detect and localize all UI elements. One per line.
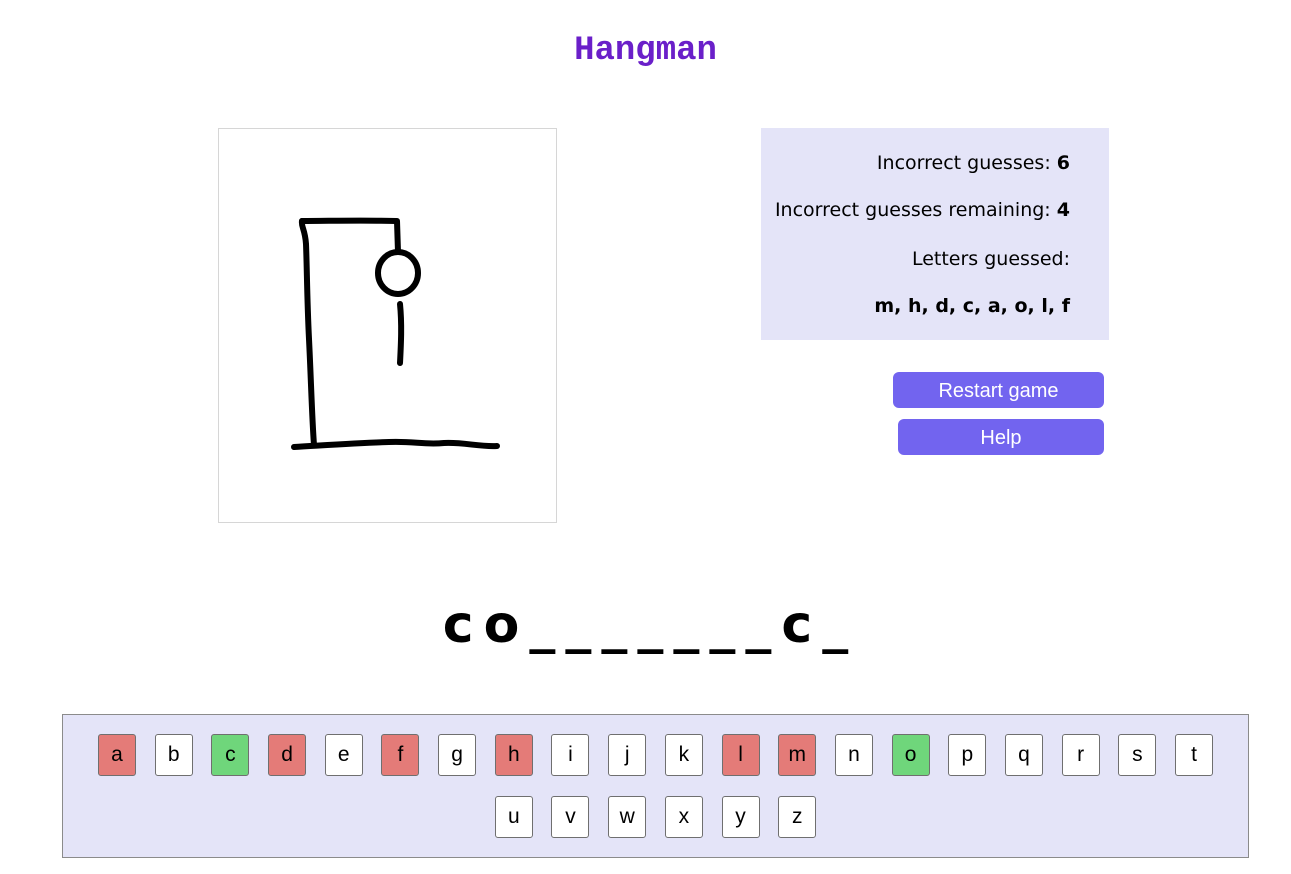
page-title: Hangman: [574, 32, 717, 70]
word-display: c o _ _ _ _ _ _ _ c _: [0, 590, 1291, 660]
letter-key-o[interactable]: o: [891, 734, 930, 776]
letter-key-e[interactable]: e: [324, 734, 363, 776]
word-blank: _: [601, 595, 628, 655]
letter-key-k[interactable]: k: [664, 734, 703, 776]
letter-key-h[interactable]: h: [494, 734, 533, 776]
letter-key-z[interactable]: z: [778, 796, 817, 838]
letter-key-d[interactable]: d: [268, 734, 307, 776]
letter-key-r[interactable]: r: [1061, 734, 1100, 776]
letter-key-t[interactable]: t: [1175, 734, 1214, 776]
letters-guessed-label: Letters guessed:: [911, 248, 1070, 270]
restart-game-button[interactable]: Restart game: [893, 372, 1104, 408]
letter-key-a[interactable]: a: [97, 734, 136, 776]
incorrect-guesses-label: Incorrect guesses:: [876, 152, 1051, 174]
word-letter: o: [483, 595, 520, 655]
letter-key-v[interactable]: v: [551, 796, 590, 838]
remaining-guesses-value: 4: [1056, 199, 1070, 221]
letters-guessed-list: m, h, d, c, a, o, l, f: [874, 295, 1070, 317]
incorrect-guesses-value: 6: [1056, 152, 1070, 174]
help-button[interactable]: Help: [898, 419, 1104, 455]
letter-key-i[interactable]: i: [551, 734, 590, 776]
keyboard-row-1: abcdefghijklmnopqrst: [63, 734, 1248, 776]
gallows-figure: [291, 217, 500, 450]
letter-key-w[interactable]: w: [608, 796, 647, 838]
letter-key-b[interactable]: b: [154, 734, 193, 776]
figure-body: [397, 301, 405, 366]
word-blank: _: [822, 595, 849, 655]
word-blank: _: [673, 595, 700, 655]
letter-key-m[interactable]: m: [778, 734, 817, 776]
keyboard-row-2: uvwxyz: [63, 796, 1248, 838]
letter-key-c[interactable]: c: [211, 734, 250, 776]
incorrect-guesses: Incorrect guesses: 6: [877, 152, 1070, 174]
word-letter: c: [442, 595, 474, 655]
letter-key-u[interactable]: u: [494, 796, 533, 838]
letter-key-n[interactable]: n: [834, 734, 873, 776]
letter-key-y[interactable]: y: [721, 796, 760, 838]
word-blank: _: [637, 595, 664, 655]
letter-key-s[interactable]: s: [1118, 734, 1157, 776]
letter-key-p[interactable]: p: [948, 734, 987, 776]
word-blank: _: [745, 595, 772, 655]
hangman-drawing: [218, 128, 557, 523]
figure-head: [375, 249, 421, 297]
word-blank: _: [565, 595, 592, 655]
letter-key-g[interactable]: g: [438, 734, 477, 776]
letter-key-f[interactable]: f: [381, 734, 420, 776]
word-letter: c: [781, 595, 813, 655]
letter-key-l[interactable]: l: [721, 734, 760, 776]
gallows-rope: [394, 218, 401, 255]
gallows-base: [291, 438, 500, 450]
letter-keyboard: abcdefghijklmnopqrst uvwxyz: [62, 714, 1249, 858]
word-blank: _: [529, 595, 556, 655]
gallows-pole: [298, 218, 317, 448]
remaining-guesses: Incorrect guesses remaining: 4: [775, 199, 1070, 221]
remaining-guesses-label: Incorrect guesses remaining:: [774, 199, 1051, 221]
letter-key-x[interactable]: x: [664, 796, 703, 838]
letter-key-q[interactable]: q: [1004, 734, 1043, 776]
word-blank: _: [709, 595, 736, 655]
hangman-app: Hangman Incorrect guesses: 6 Incorrect g…: [0, 0, 1291, 874]
letter-key-j[interactable]: j: [608, 734, 647, 776]
stats-panel: Incorrect guesses: 6 Incorrect guesses r…: [761, 128, 1109, 340]
